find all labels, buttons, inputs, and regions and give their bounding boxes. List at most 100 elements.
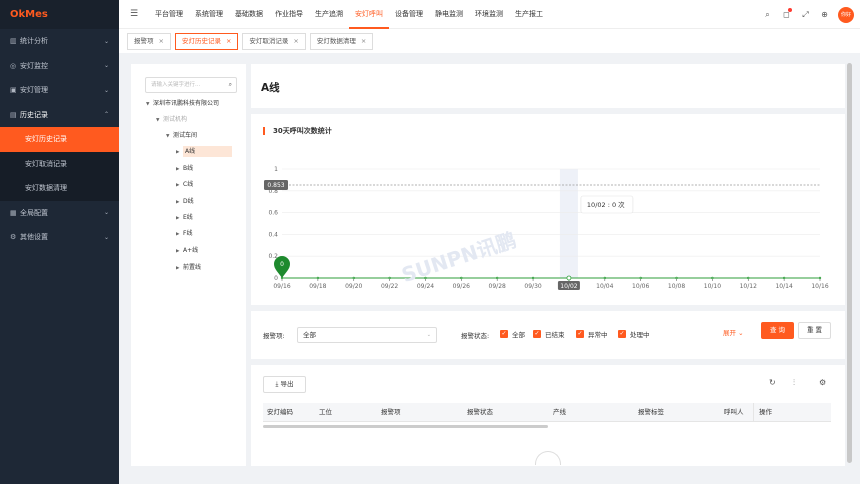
query-button[interactable]: 查 询 (761, 322, 794, 339)
column-height-icon[interactable]: ⫶ (793, 378, 795, 388)
tree-node-line-a-plus[interactable]: ▶ A+线 (176, 245, 198, 256)
data-point[interactable] (639, 276, 642, 280)
caret-down-icon[interactable]: ▼ (166, 131, 173, 142)
tree-node-line-d[interactable]: ▶ D线 (176, 196, 194, 207)
tab-alarm-item[interactable]: 报警项 × (127, 32, 171, 50)
data-point[interactable] (388, 276, 391, 280)
close-icon[interactable]: × (226, 37, 231, 45)
column-header[interactable]: 报警状态 (467, 403, 493, 422)
tree-node-line-a[interactable]: ▶ A线 (176, 146, 232, 157)
gear-icon[interactable]: ⚙ (819, 378, 826, 387)
call-count-chart[interactable]: 00.20.40.60.8109/16 09/18 09/20 09/22 09/24 0… (251, 114, 845, 305)
tree-node-workshop[interactable]: ▼ 测试车间 (166, 130, 197, 141)
data-point[interactable] (747, 276, 750, 280)
topnav-item[interactable]: 系统管理 (189, 0, 229, 29)
data-point[interactable] (818, 276, 822, 280)
tree-node-label: 深圳市讯鹏科技有限公司 (153, 100, 220, 107)
column-header-actions[interactable]: 操作 (753, 403, 772, 422)
tree-node-line-c[interactable]: ▶ C线 (176, 179, 193, 190)
tab-andon-history[interactable]: 安灯历史记录 × (174, 32, 239, 50)
tree-node-company[interactable]: ▼ 深圳市讯鹏科技有限公司 (146, 98, 219, 109)
tree-node-line-front[interactable]: ▶ 前置线 (176, 262, 201, 273)
caret-right-icon[interactable]: ▶ (176, 197, 183, 208)
avatar[interactable]: 你好 (838, 6, 854, 23)
status-checkbox-all[interactable]: ✓ 全部 (500, 329, 525, 339)
x-tick-label: 10/06 (632, 283, 649, 290)
column-header[interactable]: 呼叫人 (724, 403, 744, 422)
status-checkbox-abnormal[interactable]: ✓ 异常中 (576, 329, 608, 339)
data-point[interactable] (711, 276, 714, 280)
export-button[interactable]: ⤓ 导出 (263, 376, 306, 393)
tree-node-org[interactable]: ▼ 测试机构 (156, 114, 187, 125)
alarm-item-select[interactable]: 全部 ⌄ (297, 327, 437, 343)
data-point[interactable] (566, 275, 572, 281)
topnav-item[interactable]: 基础数据 (229, 0, 269, 29)
tree-search-input[interactable]: 请输入关键字进行... ⌕ (145, 77, 237, 93)
topnav-item[interactable]: 作业指导 (269, 0, 309, 29)
caret-right-icon[interactable]: ▶ (176, 180, 183, 191)
data-point[interactable] (782, 276, 786, 280)
tree-node-line-e[interactable]: ▶ E线 (176, 212, 193, 223)
scrollbar-thumb[interactable] (847, 63, 852, 463)
data-point[interactable] (495, 276, 499, 280)
menu-collapse-icon[interactable]: ☰ (119, 9, 149, 19)
sidebar-subitem-andon-history[interactable]: 安灯历史记录 (0, 127, 119, 152)
app-logo[interactable]: OkMes (0, 0, 119, 29)
status-checkbox-processing[interactable]: ✓ 处理中 (618, 329, 650, 339)
status-checkbox-ended[interactable]: ✓ 已结束 (533, 329, 565, 339)
data-point[interactable] (460, 276, 463, 280)
sidebar-item-andon-manage[interactable]: ▣ 安灯管理 ⌄ (0, 78, 119, 103)
refresh-icon[interactable]: ↻ (769, 378, 776, 387)
fullscreen-icon[interactable]: ⤢ (796, 10, 815, 20)
data-point[interactable] (316, 276, 320, 280)
caret-right-icon[interactable]: ▶ (176, 229, 183, 240)
topnav-item[interactable]: 平台管理 (149, 0, 189, 29)
tree-node-line-f[interactable]: ▶ F线 (176, 228, 192, 239)
close-icon[interactable]: × (361, 37, 366, 45)
sidebar-subitem-andon-cleanup[interactable]: 安灯数据清理 (0, 176, 119, 201)
topnav-item[interactable]: 生产追溯 (309, 0, 349, 29)
caret-right-icon[interactable]: ▶ (176, 164, 183, 175)
sidebar-item-stats[interactable]: ▥ 统计分析 ⌄ (0, 29, 119, 54)
title-panel: A线 (251, 64, 845, 108)
column-header[interactable]: 报警标签 (638, 403, 664, 422)
topnav-item[interactable]: 环境监测 (469, 0, 509, 29)
topnav-item[interactable]: 静电监测 (429, 0, 469, 29)
caret-down-icon[interactable]: ▼ (146, 99, 153, 110)
search-icon[interactable]: ⌕ (229, 78, 232, 92)
close-icon[interactable]: × (159, 37, 164, 45)
caret-right-icon[interactable]: ▶ (176, 147, 183, 158)
sidebar-item-history[interactable]: ▤ 历史记录 ⌃ (0, 103, 119, 128)
notification-icon[interactable]: ◻ (777, 8, 796, 19)
sidebar-subitem-andon-cancel[interactable]: 安灯取消记录 (0, 151, 119, 176)
caret-right-icon[interactable]: ▶ (176, 263, 183, 274)
caret-right-icon[interactable]: ▶ (176, 213, 183, 224)
mark-line-label: 0.853 (267, 182, 284, 189)
close-icon[interactable]: × (293, 37, 298, 45)
search-icon[interactable]: ⌕ (758, 10, 777, 20)
topnav-item[interactable]: 生产报工 (509, 0, 549, 29)
column-header[interactable]: 报警项 (381, 403, 401, 422)
sidebar-item-global-config[interactable]: ▦ 全局配置 ⌄ (0, 201, 119, 226)
column-header[interactable]: 工位 (319, 403, 332, 422)
sidebar-item-andon-monitor[interactable]: ◎ 安灯监控 ⌄ (0, 54, 119, 79)
data-point[interactable] (352, 276, 355, 280)
tree-node-line-b[interactable]: ▶ B线 (176, 163, 193, 174)
tab-andon-cancel[interactable]: 安灯取消记录 × (242, 32, 306, 50)
data-point[interactable] (675, 276, 678, 280)
sidebar-item-other-settings[interactable]: ⚙ 其他设置 ⌄ (0, 225, 119, 250)
reset-button[interactable]: 重 置 (798, 322, 831, 339)
expand-filter-link[interactable]: 展开 ⌄ (723, 327, 744, 337)
topnav-item[interactable]: 设备管理 (389, 0, 429, 29)
vertical-scrollbar[interactable] (845, 53, 860, 484)
tab-andon-cleanup[interactable]: 安灯数据清理 × (309, 32, 374, 50)
column-header[interactable]: 安灯编码 (267, 403, 293, 422)
data-point[interactable] (531, 276, 535, 280)
language-icon[interactable]: ⊕ (815, 10, 834, 19)
data-point[interactable] (603, 276, 607, 280)
topnav-item-active[interactable]: 安灯呼叫 (349, 0, 389, 29)
caret-down-icon[interactable]: ▼ (156, 115, 163, 126)
horizontal-scrollbar[interactable] (263, 425, 548, 428)
column-header[interactable]: 产线 (553, 403, 566, 422)
caret-right-icon[interactable]: ▶ (176, 246, 183, 257)
